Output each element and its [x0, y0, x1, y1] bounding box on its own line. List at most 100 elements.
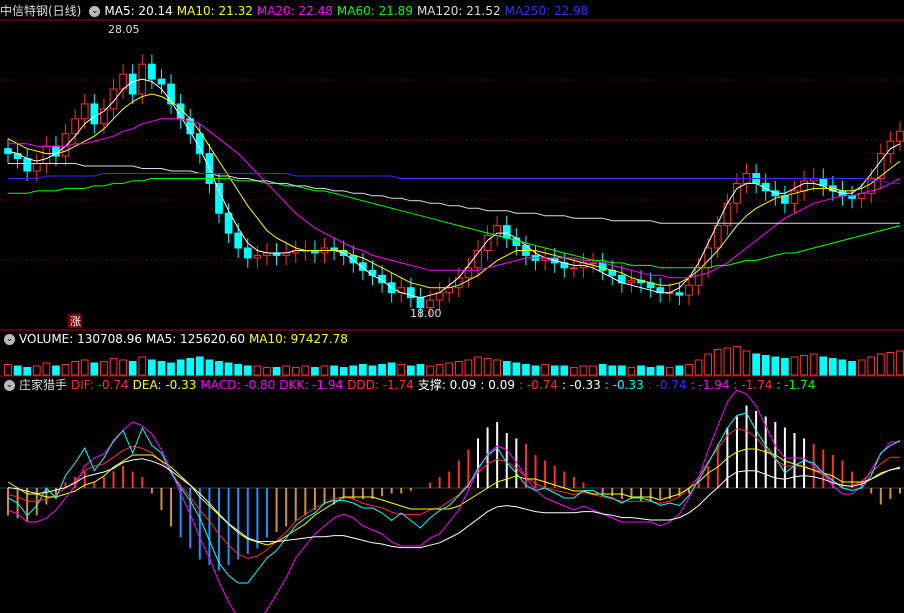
volume-bar [646, 367, 655, 376]
volume-bar [42, 362, 51, 376]
volume-bar [397, 364, 406, 376]
volume-bar [809, 353, 818, 376]
volume-bar [512, 362, 521, 376]
volume-bar [876, 353, 885, 376]
volume-bar [224, 362, 233, 376]
volume-bar [138, 356, 147, 376]
candle-body [234, 232, 243, 249]
volume-bar [589, 365, 597, 376]
candle-body [243, 247, 252, 259]
volume-bar [109, 358, 118, 376]
volume-bar [330, 365, 338, 376]
volume-bar [359, 364, 367, 376]
low-price-label: 18.00 [410, 307, 442, 320]
volume-bar [781, 358, 789, 376]
rise-marker: 涨 [70, 315, 81, 328]
volume-bar [128, 361, 137, 376]
volume-bar [637, 365, 645, 376]
volume-bar [253, 365, 262, 376]
volume-bar [617, 365, 626, 376]
volume-bar [742, 350, 751, 376]
volume-bar [493, 359, 502, 376]
volume-bar [234, 364, 243, 376]
volume-bar [71, 361, 79, 376]
candle-body [627, 279, 636, 284]
volume-bar [80, 359, 89, 376]
volume-bar [195, 356, 204, 376]
candle-body [23, 158, 32, 172]
volume-bar [464, 359, 473, 376]
volume-bar [100, 361, 108, 376]
volume-bar [282, 365, 291, 376]
volume-bar [608, 365, 617, 376]
volume-bar [263, 367, 271, 376]
volume-bar [426, 365, 434, 376]
candle-body [896, 130, 904, 142]
volume-bar [474, 356, 482, 376]
volume-bar [829, 358, 837, 376]
volume-bar [790, 356, 799, 376]
volume-bar [896, 350, 904, 376]
volume-bar [445, 362, 454, 376]
volume-bar [378, 364, 386, 376]
volume-bars [4, 346, 904, 376]
volume-bar [694, 359, 703, 376]
volume-bar [704, 353, 713, 376]
volume-bar [186, 358, 195, 376]
volume-bar [157, 361, 166, 376]
volume-bar [857, 359, 866, 376]
volume-bar [13, 365, 22, 376]
volume-bar [733, 346, 741, 376]
volume-bar [311, 367, 319, 376]
volume-bar [570, 367, 578, 376]
candle-body [42, 145, 51, 165]
candle-body [148, 63, 156, 80]
volume-bar [867, 356, 876, 376]
volume-bar [665, 367, 674, 376]
candle-body [733, 182, 741, 204]
volume-bar [119, 359, 127, 376]
candle-body [675, 292, 684, 296]
moving-average-lines [7, 78, 901, 299]
ma5-line [7, 78, 901, 299]
volume-bar [886, 352, 895, 376]
candle-body [781, 195, 789, 204]
volume-bar [713, 349, 722, 376]
volume-bar [771, 356, 780, 376]
high-price-label: 28.05 [108, 23, 140, 36]
candle-body [445, 287, 454, 294]
volume-bar [454, 361, 463, 376]
candlestick-series [4, 54, 904, 318]
volume-bar [291, 367, 300, 376]
volume-bar [368, 365, 377, 376]
volume-bar [685, 364, 693, 376]
volume-bar [761, 355, 770, 376]
volume-bar [522, 364, 530, 376]
candle-body [512, 237, 521, 247]
candle-body [589, 262, 597, 265]
stock-chart[interactable]: 28.05 18.00 涨 [0, 0, 904, 613]
volume-bar [560, 365, 569, 376]
candle-body [90, 103, 99, 125]
candle-body [157, 78, 166, 85]
volume-bar [167, 362, 175, 376]
volume-bar [406, 365, 415, 376]
volume-bar [752, 353, 760, 376]
volume-bar [723, 347, 732, 376]
volume-bar [4, 364, 12, 376]
candle-body [80, 103, 89, 120]
volume-bar [579, 365, 588, 376]
volume-bar [349, 365, 358, 376]
volume-bar [483, 358, 492, 376]
volume-bar [848, 361, 856, 376]
candle-body [71, 118, 79, 135]
candle-body [464, 267, 473, 279]
volume-bar [387, 362, 396, 376]
candle-body [493, 225, 502, 237]
volume-bar [675, 365, 684, 376]
volume-bar [148, 359, 156, 376]
volume-bar [339, 367, 348, 376]
volume-bar [23, 367, 32, 376]
volume-bar [541, 364, 549, 376]
volume-bar [272, 367, 281, 376]
